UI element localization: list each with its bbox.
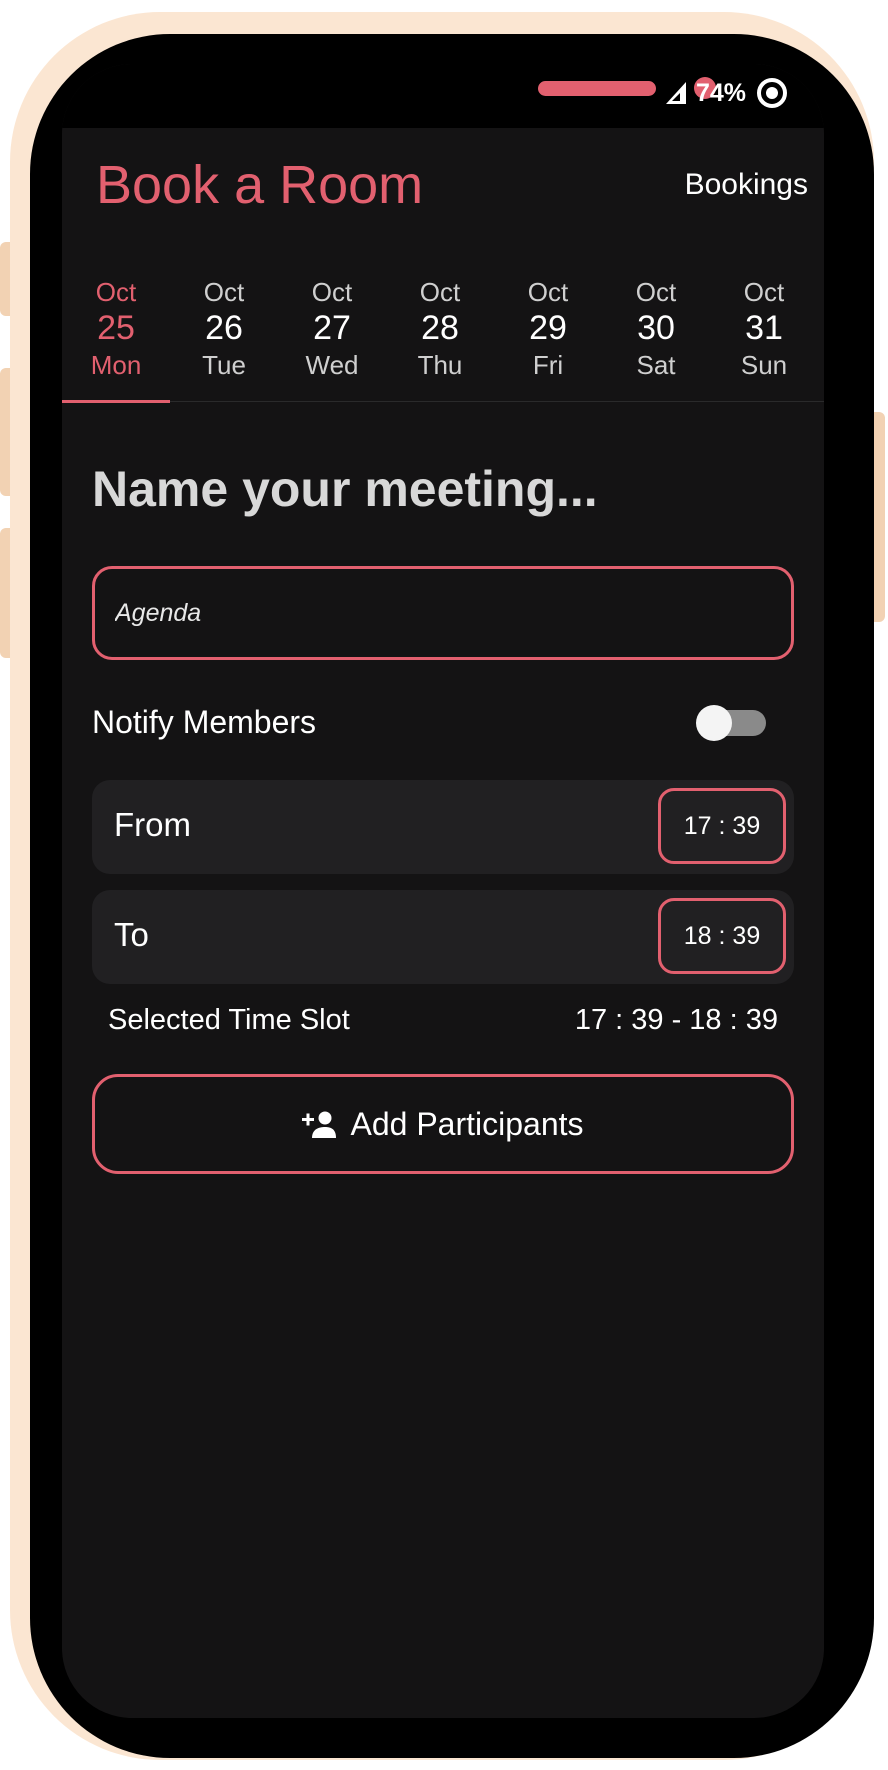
- stage: 74% Book a Room Bookings Oct 25 Mon Oct 26 Tu…: [0, 0, 888, 1770]
- selected-time-slot-value: 17 : 39 - 18 : 39: [574, 1004, 778, 1036]
- to-time-row: To 18 : 39: [92, 890, 794, 984]
- date-item-mon[interactable]: Oct 25 Mon: [62, 272, 170, 403]
- date-day: 28: [421, 309, 459, 347]
- date-weekday: Tue: [202, 350, 246, 380]
- date-month: Oct: [635, 277, 677, 307]
- meeting-heading: Name your meeting...: [92, 461, 598, 517]
- date-weekday: Wed: [305, 350, 359, 380]
- date-month: Oct: [311, 277, 353, 307]
- toggle-knob: [696, 705, 732, 741]
- date-month: Oct: [743, 277, 785, 307]
- battery-percentage: 74%: [695, 78, 746, 107]
- from-time-row: From 17 : 39: [92, 780, 794, 874]
- date-weekday: Mon: [90, 350, 142, 380]
- signal-icon: [665, 82, 686, 104]
- battery-icon: [757, 78, 787, 108]
- date-item-thu[interactable]: Oct 28 Thu: [386, 272, 494, 402]
- app-screen: 74% Book a Room Bookings Oct 25 Mon Oct 26 Tu…: [62, 64, 824, 1718]
- from-label: From: [114, 806, 191, 843]
- date-month: Oct: [203, 277, 245, 307]
- date-month: Oct: [95, 277, 137, 307]
- person-add-icon: [302, 1111, 337, 1138]
- selected-time-slot-label: Selected Time Slot: [108, 1004, 350, 1036]
- add-participants-label: Add Participants: [350, 1105, 584, 1142]
- date-day: 29: [529, 309, 567, 347]
- date-day: 26: [205, 309, 243, 347]
- date-day: 31: [745, 309, 783, 347]
- notify-members-label: Notify Members: [92, 704, 317, 740]
- notch: [226, 64, 716, 126]
- date-item-sat[interactable]: Oct 30 Sat: [602, 272, 710, 402]
- date-item-wed[interactable]: Oct 27 Wed: [278, 272, 386, 402]
- date-month: Oct: [527, 277, 569, 307]
- date-day: 25: [97, 309, 135, 347]
- speaker: [538, 81, 656, 96]
- status-bar: 74%: [62, 64, 824, 128]
- date-weekday: Fri: [532, 350, 564, 380]
- date-item-tue[interactable]: Oct 26 Tue: [170, 272, 278, 402]
- status-indicators: 74%: [665, 76, 788, 110]
- date-weekday: Thu: [417, 350, 463, 380]
- phone-power-button: [873, 412, 885, 622]
- add-participants-button[interactable]: Add Participants: [92, 1074, 794, 1174]
- selected-date-indicator: [62, 400, 170, 403]
- date-item-sun[interactable]: Oct 31 Sun: [710, 272, 818, 402]
- to-time-picker[interactable]: 18 : 39: [658, 898, 786, 974]
- date-day: 27: [313, 309, 351, 347]
- date-weekday: Sun: [740, 350, 788, 380]
- date-month: Oct: [419, 277, 461, 307]
- page-title: Book a Room: [96, 155, 424, 215]
- date-strip: Oct 25 Mon Oct 26 Tue Oct 27 Wed Oct 28 Thu Oct 29 Fri…: [62, 272, 824, 403]
- notify-members-toggle[interactable]: [696, 705, 768, 741]
- from-time-picker[interactable]: 17 : 39: [658, 788, 786, 864]
- agenda-input[interactable]: [92, 566, 794, 660]
- date-item-fri[interactable]: Oct 29 Fri: [494, 272, 602, 402]
- date-weekday: Sat: [636, 350, 676, 380]
- date-day: 30: [637, 309, 675, 347]
- to-label: To: [114, 916, 149, 953]
- bookings-link[interactable]: Bookings: [685, 168, 808, 202]
